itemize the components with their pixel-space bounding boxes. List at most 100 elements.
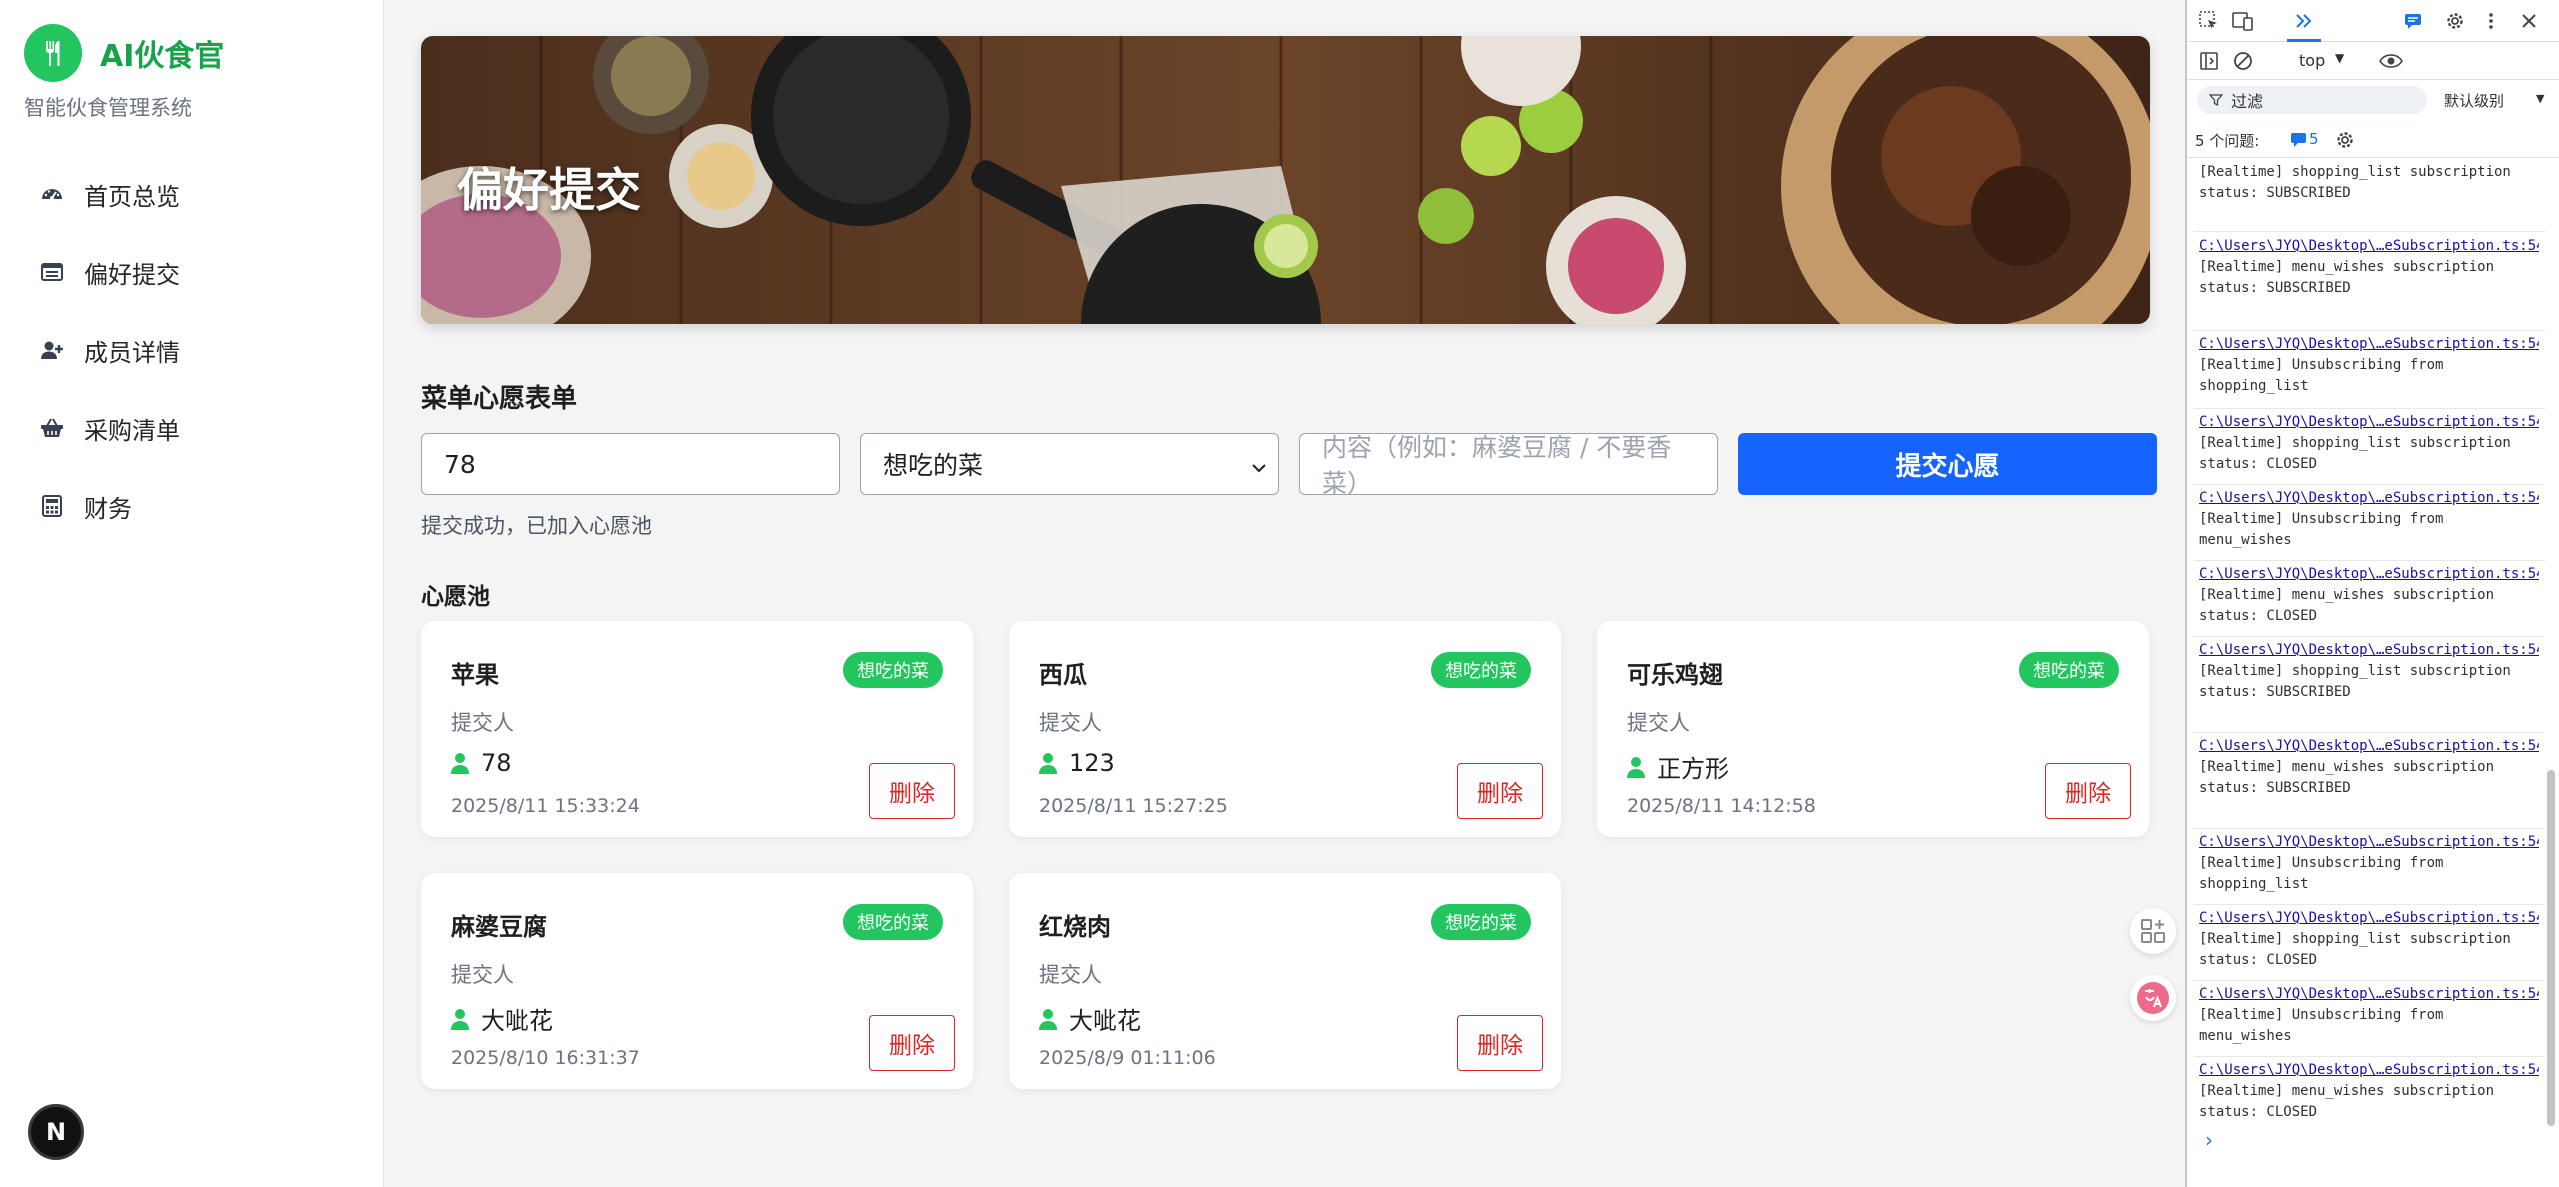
log-entry: [Realtime] shopping_list subscription st… <box>2199 162 2539 204</box>
log-message: [Realtime] Unsubscribing from menu_wishe… <box>2199 511 2444 548</box>
log-message: [Realtime] menu_wishes subscription stat… <box>2199 759 2495 796</box>
sidebar-item-label: 首页总览 <box>84 182 180 211</box>
log-message: [Realtime] Unsubscribing from shopping_l… <box>2199 357 2444 394</box>
console-toolbar: top ▼ <box>2187 42 2559 80</box>
chevron-double-right-icon[interactable] <box>2292 9 2316 33</box>
wish-card: 苹果 想吃的菜 提交人 78 2025/8/11 15:33:24 删除 <box>421 621 973 837</box>
sidebar-item-members[interactable]: 成员详情 <box>0 311 384 389</box>
user-icon <box>1039 753 1057 774</box>
brand[interactable]: AI伙食官 <box>24 24 224 82</box>
gear-icon[interactable] <box>2443 9 2467 33</box>
wish-tag-badge: 想吃的菜 <box>2019 652 2119 688</box>
wish-tag-badge: 想吃的菜 <box>1431 904 1531 940</box>
basket-icon <box>38 414 66 442</box>
issues-message-icon[interactable] <box>2287 128 2311 152</box>
log-source-link[interactable]: C:\Users\JYQ\Desktop\…eSubscription.ts:5… <box>2199 984 2539 1005</box>
wish-type-select[interactable]: 想吃的菜 <box>860 433 1279 495</box>
log-entry: C:\Users\JYQ\Desktop\…eSubscription.ts:5… <box>2199 736 2539 799</box>
dashboard-icon <box>38 180 66 208</box>
delete-button[interactable]: 删除 <box>869 1015 955 1071</box>
submitter: 123 <box>1039 749 1115 777</box>
sidebar-item-overview[interactable]: 首页总览 <box>0 155 384 233</box>
content-input[interactable]: 内容（例如：麻婆豆腐 / 不要香菜） <box>1299 433 1718 498</box>
sidebar-item-finance[interactable]: 财务 <box>0 467 384 545</box>
log-source-link[interactable]: C:\Users\JYQ\Desktop\…eSubscription.ts:5… <box>2199 640 2539 661</box>
submitter-label: 提交人 <box>1039 711 1102 735</box>
devtools-tabbar <box>2187 0 2559 42</box>
sidebar-item-shopping[interactable]: 采购清单 <box>0 389 384 467</box>
log-source-link[interactable]: C:\Users\JYQ\Desktop\…eSubscription.ts:5… <box>2199 236 2539 257</box>
submit-time: 2025/8/10 16:31:37 <box>451 1047 640 1069</box>
sidebar: AI伙食官 智能伙食管理系统 首页总览 偏好提交 成员详情 采购清单 财务 N <box>0 0 384 1187</box>
form-title: 菜单心愿表单 <box>421 384 578 414</box>
submitter-label: 提交人 <box>1039 963 1102 987</box>
log-entry: C:\Users\JYQ\Desktop\…eSubscription.ts:5… <box>2199 832 2539 895</box>
clear-console-icon[interactable] <box>2231 49 2255 73</box>
log-source-link[interactable]: C:\Users\JYQ\Desktop\…eSubscription.ts:5… <box>2199 1060 2539 1081</box>
wish-title: 可乐鸡翅 <box>1627 661 1723 689</box>
log-source-link[interactable]: C:\Users\JYQ\Desktop\…eSubscription.ts:5… <box>2199 334 2539 355</box>
wish-title: 苹果 <box>451 661 499 689</box>
log-source-link[interactable]: C:\Users\JYQ\Desktop\…eSubscription.ts:5… <box>2199 908 2539 929</box>
inspect-icon[interactable] <box>2197 9 2221 33</box>
issues-label: 5 个问题: <box>2195 132 2260 150</box>
delete-button[interactable]: 删除 <box>2045 763 2131 819</box>
log-level-select[interactable]: 默认级别 <box>2444 90 2504 111</box>
sidebar-toggle-icon[interactable] <box>2197 49 2221 73</box>
extension-grid-button[interactable] <box>2130 908 2176 954</box>
pool-title: 心愿池 <box>421 584 490 610</box>
delete-button[interactable]: 删除 <box>869 763 955 819</box>
submit-wish-button[interactable]: 提交心愿 <box>1738 433 2157 495</box>
name-input[interactable]: 78 <box>421 433 840 495</box>
sidebar-item-preferences[interactable]: 偏好提交 <box>0 233 384 311</box>
issues-bar: 5 个问题: 5 <box>2187 120 2559 158</box>
nextjs-dev-badge[interactable]: N <box>28 1104 84 1160</box>
submitter-label: 提交人 <box>451 711 514 735</box>
wish-title: 红烧肉 <box>1039 913 1111 941</box>
log-message: [Realtime] shopping_list subscription st… <box>2199 663 2511 700</box>
console-scrollbar[interactable] <box>2547 770 2555 1126</box>
log-source-link[interactable]: C:\Users\JYQ\Desktop\…eSubscription.ts:5… <box>2199 564 2539 585</box>
log-entry: C:\Users\JYQ\Desktop\…eSubscription.ts:5… <box>2199 334 2539 397</box>
translate-extension-button[interactable] <box>2130 975 2176 1021</box>
list-icon <box>38 258 66 286</box>
delete-button[interactable]: 删除 <box>1457 763 1543 819</box>
log-entry: C:\Users\JYQ\Desktop\…eSubscription.ts:5… <box>2199 908 2539 971</box>
more-vertical-icon[interactable] <box>2479 9 2503 33</box>
submit-time: 2025/8/9 01:11:06 <box>1039 1047 1216 1069</box>
wish-tag-badge: 想吃的菜 <box>1431 652 1531 688</box>
brand-title: AI伙食官 <box>100 39 225 74</box>
close-icon[interactable] <box>2517 9 2541 33</box>
user-icon <box>451 1008 469 1030</box>
sidebar-item-label: 成员详情 <box>84 338 180 367</box>
sidebar-nav: 首页总览 偏好提交 成员详情 采购清单 财务 <box>0 155 384 545</box>
user-add-icon <box>38 336 66 364</box>
status-message: 提交成功，已加入心愿池 <box>421 514 652 538</box>
submitter-name: 正方形 <box>1657 755 1729 783</box>
issues-count[interactable]: 5 <box>2309 130 2319 148</box>
log-message: [Realtime] Unsubscribing from shopping_l… <box>2199 855 2444 892</box>
log-source-link[interactable]: C:\Users\JYQ\Desktop\…eSubscription.ts:5… <box>2199 488 2539 509</box>
log-source-link[interactable]: C:\Users\JYQ\Desktop\…eSubscription.ts:5… <box>2199 412 2539 433</box>
message-icon[interactable] <box>2401 9 2425 33</box>
console-filter-input[interactable]: 过滤 <box>2197 86 2427 114</box>
submitter-name: 78 <box>481 749 512 777</box>
user-icon <box>451 753 469 774</box>
submitter: 正方形 <box>1627 749 1729 784</box>
user-icon <box>1627 756 1645 778</box>
delete-button[interactable]: 删除 <box>1457 1015 1543 1071</box>
console-prompt[interactable]: › <box>2205 1128 2213 1152</box>
log-message: [Realtime] shopping_list subscription st… <box>2199 435 2511 472</box>
submitter: 78 <box>451 749 512 777</box>
submitter-label: 提交人 <box>1627 711 1690 735</box>
wish-card: 麻婆豆腐 想吃的菜 提交人 大呲花 2025/8/10 16:31:37 删除 <box>421 873 973 1089</box>
device-toggle-icon[interactable] <box>2231 9 2255 33</box>
log-message: [Realtime] menu_wishes subscription stat… <box>2199 1083 2495 1120</box>
log-source-link[interactable]: C:\Users\JYQ\Desktop\…eSubscription.ts:5… <box>2199 832 2539 853</box>
context-selector[interactable]: top <box>2299 51 2325 70</box>
issues-settings-icon[interactable] <box>2333 128 2357 152</box>
eye-icon[interactable] <box>2379 49 2403 73</box>
log-source-link[interactable]: C:\Users\JYQ\Desktop\…eSubscription.ts:5… <box>2199 736 2539 757</box>
food-photo <box>421 36 2150 324</box>
wish-card: 可乐鸡翅 想吃的菜 提交人 正方形 2025/8/11 14:12:58 删除 <box>1597 621 2149 837</box>
